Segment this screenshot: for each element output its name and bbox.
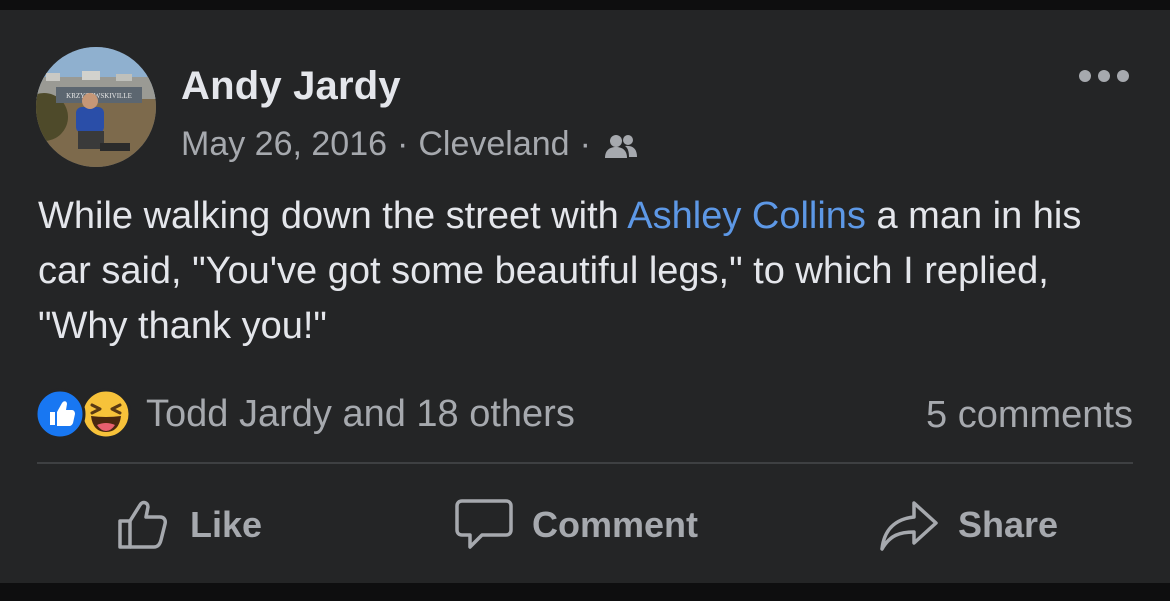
- comment-button[interactable]: Comment: [454, 490, 698, 560]
- friends-icon[interactable]: [603, 129, 639, 159]
- avatar-sign-text: KRZYZEWSKIVILLE: [66, 92, 132, 100]
- share-arrow-icon: [880, 501, 938, 551]
- post-card: KRZYZEWSKIVILLE Andy Jardy May 26, 2016 …: [0, 10, 1170, 583]
- post-text-before: While walking down the street with: [38, 195, 628, 237]
- post-date[interactable]: May 26, 2016: [181, 122, 387, 166]
- like-reaction-icon: [34, 388, 86, 440]
- comment-bubble-icon: [455, 499, 513, 549]
- post-meta: May 26, 2016 · Cleveland ·: [181, 122, 639, 166]
- avatar[interactable]: KRZYZEWSKIVILLE: [36, 47, 156, 167]
- mention-link[interactable]: Ashley Collins: [627, 195, 866, 237]
- divider: [37, 462, 1133, 464]
- thumbs-up-icon: [118, 500, 167, 549]
- like-label: Like: [190, 504, 263, 545]
- haha-reaction-icon: [80, 388, 132, 440]
- meta-separator: ·: [397, 125, 409, 163]
- post-text: While walking down the street with Ashle…: [38, 189, 1138, 354]
- comments-count[interactable]: 5 comments: [926, 390, 1133, 440]
- share-button[interactable]: Share: [880, 490, 1058, 560]
- author-name[interactable]: Andy Jardy: [181, 62, 401, 110]
- like-button[interactable]: Like: [116, 490, 262, 560]
- comment-label: Comment: [532, 504, 699, 545]
- action-bar: Like Comment Share: [0, 490, 1170, 560]
- reactions-summary[interactable]: Todd Jardy and 18 others: [34, 384, 575, 444]
- meta-separator: ·: [579, 125, 591, 163]
- more-options-icon[interactable]: [1077, 66, 1131, 86]
- reaction-icons: [34, 388, 136, 440]
- share-label: Share: [958, 504, 1059, 545]
- reactions-text[interactable]: Todd Jardy and 18 others: [146, 393, 575, 436]
- avatar-photo: KRZYZEWSKIVILLE: [36, 47, 156, 167]
- post-location[interactable]: Cleveland: [418, 122, 569, 166]
